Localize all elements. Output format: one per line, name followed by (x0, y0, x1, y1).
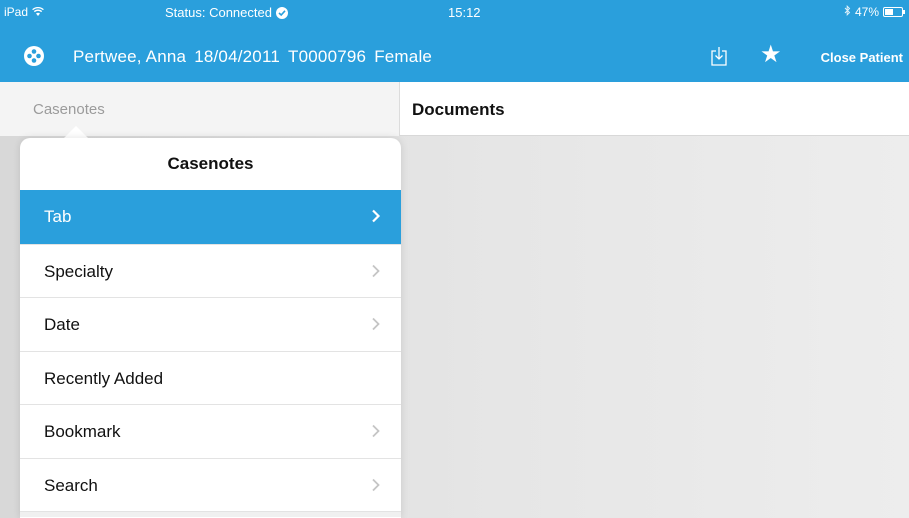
bluetooth-icon (844, 4, 851, 19)
chevron-right-icon (372, 317, 380, 331)
popover-arrow (64, 126, 88, 138)
popover-title: Casenotes (167, 154, 254, 173)
chevron-right-icon (372, 209, 381, 223)
chevron-right-icon (372, 424, 380, 438)
patient-gender: Female (374, 47, 433, 66)
clock: 15:12 (448, 5, 481, 20)
status-right: 47% (844, 4, 905, 19)
menu-item-recently-added[interactable]: Recently Added (20, 350, 401, 405)
menu-item-label: Search (44, 475, 98, 495)
battery-icon (883, 7, 905, 17)
menu-item-label: Bookmark (44, 422, 121, 441)
battery-percent: 47% (854, 5, 879, 19)
star-icon[interactable]: ★ (760, 43, 782, 67)
patient-dob: 18/04/2011 (194, 47, 281, 66)
patient-header: Pertwee, Anna 18/04/2011 T0000796 Female… (0, 32, 909, 82)
status-bar: iPad Status: Connected 15:12 47% (0, 0, 909, 32)
patient-info: Pertwee, Anna 18/04/2011 T0000796 Female (73, 47, 432, 67)
menu-item-label: Date (44, 315, 80, 334)
page-title: Documents (412, 100, 505, 119)
connection-status: Status: Connected (165, 5, 288, 20)
device-label: iPad (4, 5, 29, 19)
menu-item-label: Tab (44, 207, 72, 226)
check-circle-icon (275, 6, 288, 19)
menu-item-label: Recently Added (44, 368, 164, 388)
patient-name: Pertwee, Anna (73, 47, 187, 66)
app-logo-icon (24, 46, 44, 66)
casenotes-back-button[interactable]: Casenotes (33, 101, 105, 118)
navigation-bar: Casenotes Documents (0, 82, 909, 136)
connection-status-label: Status: Connected (165, 5, 272, 20)
menu-item-label: Specialty (44, 261, 113, 281)
menu-item-search[interactable]: Search (20, 457, 401, 512)
patient-id: T0000796 (288, 47, 367, 66)
close-patient-button[interactable]: Close Patient (821, 50, 903, 65)
casenotes-popover: Casenotes Tab Specialty Date Recently Ad… (20, 138, 401, 518)
menu-item-specialty[interactable]: Specialty (20, 243, 401, 298)
nav-left-panel: Casenotes (0, 82, 400, 136)
wifi-icon (32, 7, 44, 16)
chevron-right-icon (372, 478, 380, 491)
status-left: iPad (4, 5, 44, 19)
download-icon[interactable] (710, 46, 728, 66)
chevron-right-icon (372, 264, 380, 277)
menu-item-bookmark[interactable]: Bookmark (20, 404, 401, 458)
menu-item-tab[interactable]: Tab (20, 190, 401, 244)
menu-item-date[interactable]: Date (20, 297, 401, 351)
